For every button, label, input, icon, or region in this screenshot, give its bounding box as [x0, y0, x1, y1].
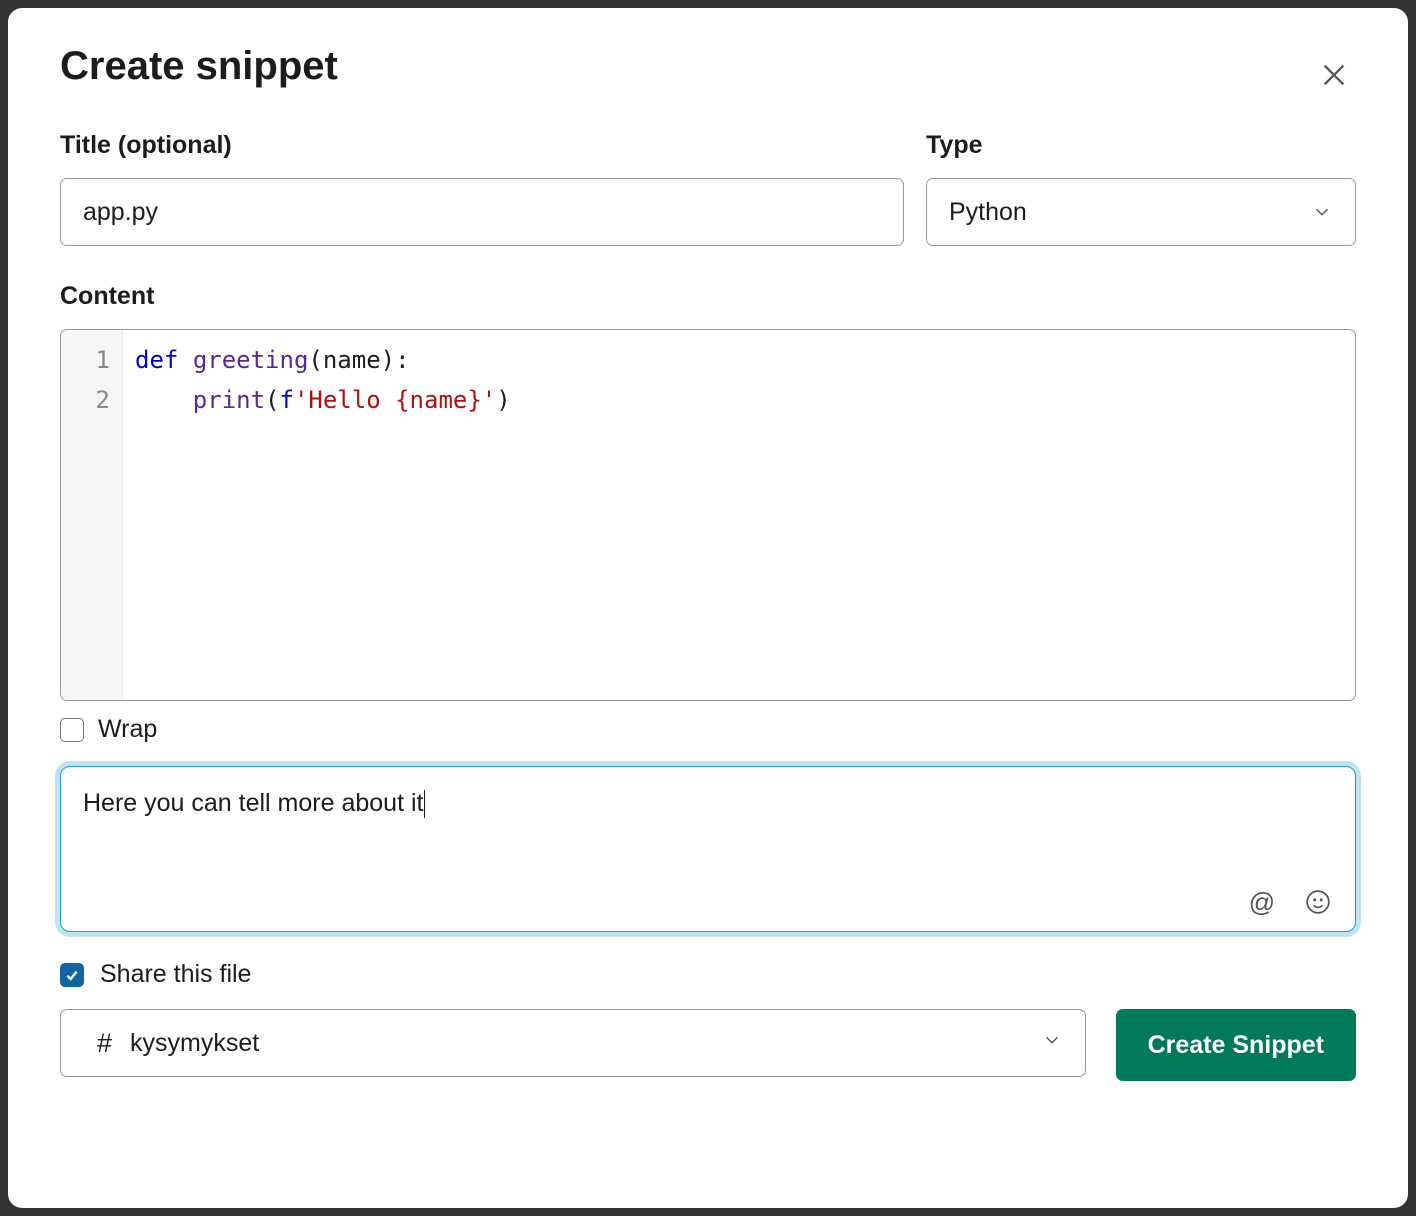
line-number: 2 [61, 380, 122, 420]
close-button[interactable] [1312, 54, 1356, 98]
chevron-down-icon [1041, 1029, 1063, 1058]
chevron-down-icon [1311, 201, 1333, 223]
content-label: Content [60, 282, 1356, 311]
message-input[interactable]: Here you can tell more about it [61, 767, 1355, 931]
code-editor[interactable]: 1 2 def greeting(name): print(f'Hello {n… [60, 329, 1356, 701]
mention-icon[interactable]: @ [1247, 887, 1277, 917]
title-label: Title (optional) [60, 131, 904, 160]
channel-select[interactable]: # kysymykset [60, 1009, 1086, 1077]
code-area[interactable]: def greeting(name): print(f'Hello {name}… [123, 330, 1355, 700]
create-snippet-button[interactable]: Create Snippet [1116, 1009, 1356, 1081]
share-label: Share this file [100, 960, 251, 989]
code-line: def greeting(name): [135, 340, 1343, 380]
wrap-label: Wrap [98, 715, 157, 744]
share-checkbox[interactable] [60, 963, 84, 987]
create-snippet-modal: Create snippet Title (optional) Type Pyt… [8, 8, 1408, 1208]
gutter: 1 2 [61, 330, 123, 700]
type-label: Type [926, 131, 1356, 160]
title-input[interactable] [60, 178, 904, 246]
line-number: 1 [61, 340, 122, 380]
wrap-checkbox[interactable] [60, 718, 84, 742]
hash-icon: # [97, 1028, 112, 1059]
modal-title: Create snippet [60, 44, 1356, 89]
text-cursor [424, 790, 425, 818]
emoji-icon[interactable] [1303, 887, 1333, 917]
code-line: print(f'Hello {name}') [135, 380, 1343, 420]
type-selected-value: Python [949, 198, 1027, 227]
channel-name: kysymykset [130, 1029, 259, 1058]
type-select[interactable]: Python [926, 178, 1356, 246]
message-box: Here you can tell more about it @ [60, 766, 1356, 932]
close-icon [1320, 61, 1348, 92]
